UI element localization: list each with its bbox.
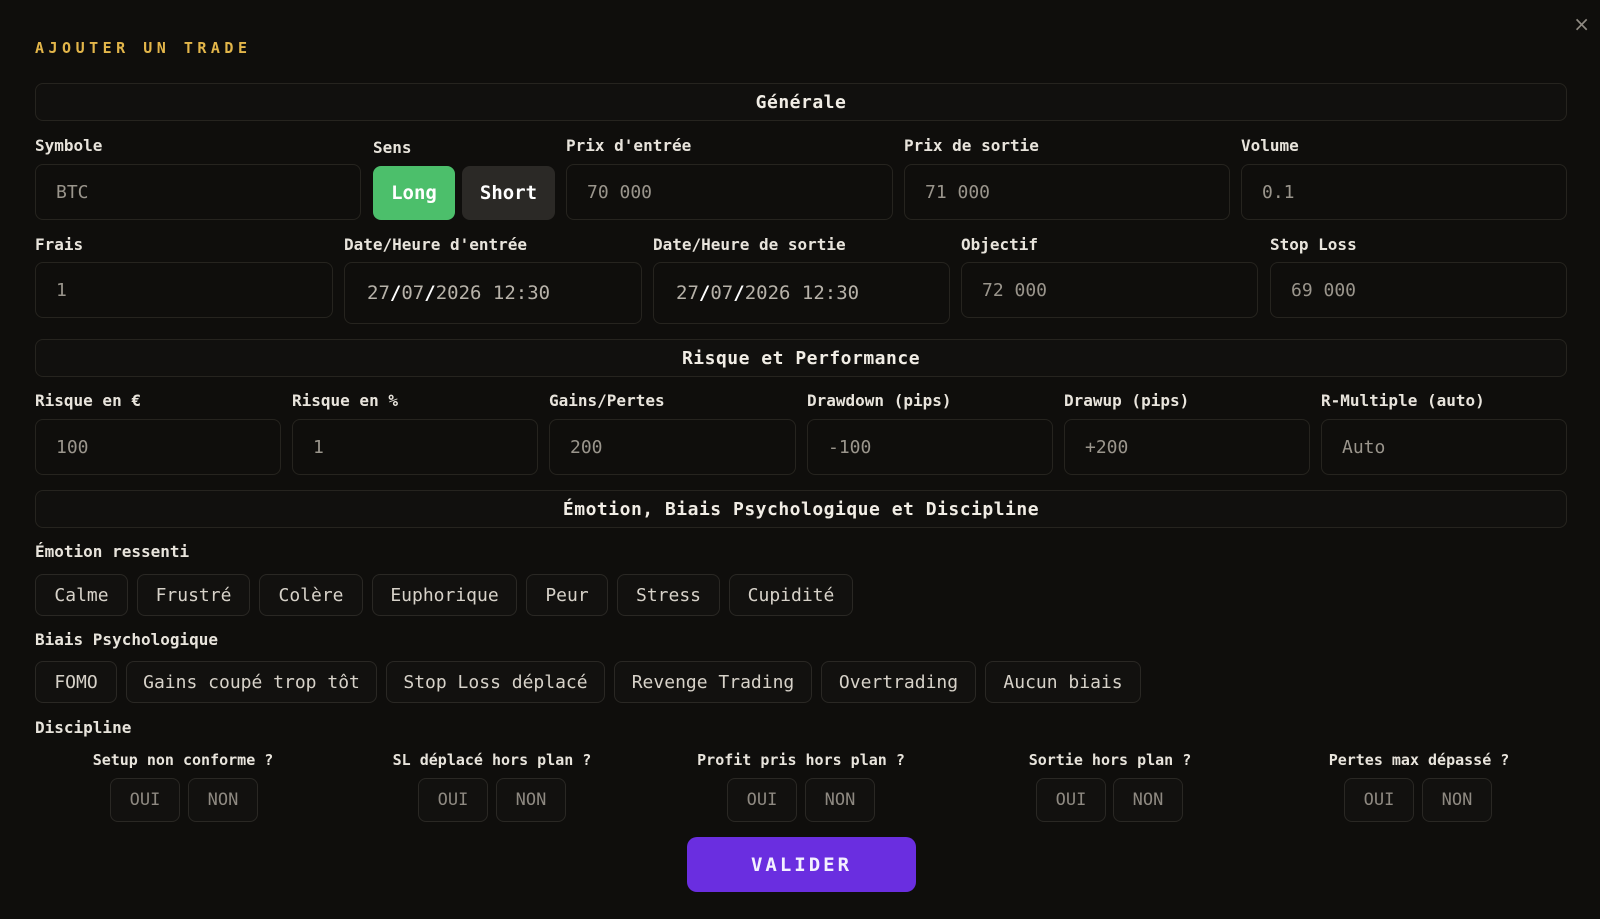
date-separator: /	[698, 282, 711, 304]
bias-label: Biais Psychologique	[35, 630, 219, 649]
entry-time: 12:30	[492, 282, 551, 304]
exit-datetime-label: Date/Heure de sortie	[653, 235, 846, 254]
discipline-question-profit: Profit pris hors plan ?	[697, 751, 905, 769]
bias-chip-aucun-biais[interactable]: Aucun biais	[985, 661, 1141, 703]
pnl-label: Gains/Pertes	[549, 391, 665, 410]
drawdown-label: Drawdown (pips)	[807, 391, 952, 410]
risk-eur-input[interactable]	[35, 419, 281, 475]
add-trade-modal: × AJOUTER UN TRADE Générale Symbole Sens…	[0, 0, 1600, 919]
r-multiple-input[interactable]	[1321, 419, 1567, 475]
risk-pct-input[interactable]	[292, 419, 538, 475]
profit-yes-button[interactable]: OUI	[727, 778, 797, 822]
entry-month: 07	[401, 282, 425, 304]
emotion-chip-peur[interactable]: Peur	[526, 574, 608, 616]
section-header-general: Générale	[35, 83, 1567, 121]
emotion-label: Émotion ressenti	[35, 542, 190, 561]
exit-no-button[interactable]: NON	[1113, 778, 1183, 822]
stop-loss-label: Stop Loss	[1270, 235, 1357, 254]
sl-yes-button[interactable]: OUI	[418, 778, 488, 822]
volume-label: Volume	[1241, 136, 1299, 155]
setup-no-button[interactable]: NON	[188, 778, 258, 822]
sens-label: Sens	[373, 138, 412, 157]
long-button[interactable]: Long	[373, 166, 455, 220]
exit-year: 2026	[744, 282, 791, 304]
exit-yes-button[interactable]: OUI	[1036, 778, 1106, 822]
bias-chip-fomo[interactable]: FOMO	[35, 661, 117, 703]
discipline-question-exit: Sortie hors plan ?	[1028, 751, 1192, 769]
discipline-label: Discipline	[35, 718, 132, 737]
entry-datetime-label: Date/Heure d'entrée	[344, 235, 528, 254]
discipline-question-setup: Setup non conforme ?	[92, 751, 274, 769]
date-separator: /	[389, 282, 402, 304]
bias-chip-revenge-trading[interactable]: Revenge Trading	[614, 661, 812, 703]
setup-yes-button[interactable]: OUI	[110, 778, 180, 822]
emotion-chip-frustre[interactable]: Frustré	[137, 574, 250, 616]
date-separator: /	[424, 282, 436, 304]
entry-year: 2026	[435, 282, 482, 304]
drawup-label: Drawup (pips)	[1064, 391, 1190, 410]
short-button[interactable]: Short	[462, 166, 555, 220]
modal-title: AJOUTER UN TRADE	[35, 39, 252, 57]
max-loss-yes-button[interactable]: OUI	[1344, 778, 1414, 822]
risk-eur-label: Risque en €	[35, 391, 141, 410]
section-header-psych: Émotion, Biais Psychologique et Discipli…	[35, 490, 1567, 528]
sl-no-button[interactable]: NON	[496, 778, 566, 822]
close-icon[interactable]: ×	[1573, 14, 1590, 34]
target-label: Objectif	[961, 235, 1039, 254]
entry-price-input[interactable]	[566, 164, 893, 220]
max-loss-no-button[interactable]: NON	[1422, 778, 1492, 822]
exit-price-input[interactable]	[904, 164, 1230, 220]
submit-button[interactable]: VALIDER	[687, 837, 916, 892]
symbol-label: Symbole	[35, 136, 103, 155]
exit-month: 07	[710, 282, 734, 304]
stop-loss-input[interactable]	[1270, 262, 1567, 318]
exit-time: 12:30	[801, 282, 860, 304]
section-header-risk: Risque et Performance	[35, 339, 1567, 377]
exit-datetime-input[interactable]: 27/07/2026 12:30	[653, 262, 950, 324]
date-separator: /	[733, 282, 745, 304]
exit-day: 27	[676, 282, 699, 304]
drawup-input[interactable]	[1064, 419, 1310, 475]
symbol-input[interactable]	[35, 164, 361, 220]
emotion-chip-cupidite[interactable]: Cupidité	[729, 574, 853, 616]
entry-datetime-input[interactable]: 27/07/2026 12:30	[344, 262, 642, 324]
profit-no-button[interactable]: NON	[805, 778, 875, 822]
emotion-chip-euphorique[interactable]: Euphorique	[372, 574, 517, 616]
fees-input[interactable]	[35, 262, 333, 318]
target-input[interactable]	[961, 262, 1258, 318]
bias-chip-overtrading[interactable]: Overtrading	[821, 661, 976, 703]
exit-price-label: Prix de sortie	[904, 136, 1039, 155]
volume-input[interactable]	[1241, 164, 1567, 220]
risk-pct-label: Risque en %	[292, 391, 398, 410]
discipline-question-max-loss: Pertes max dépassé ?	[1328, 751, 1510, 769]
discipline-question-sl: SL déplacé hors plan ?	[392, 751, 592, 769]
entry-price-label: Prix d'entrée	[566, 136, 692, 155]
bias-chip-gains-coupe[interactable]: Gains coupé trop tôt	[126, 661, 377, 703]
pnl-input[interactable]	[549, 419, 796, 475]
emotion-chip-calme[interactable]: Calme	[35, 574, 128, 616]
bias-chip-stop-loss-deplace[interactable]: Stop Loss déplacé	[386, 661, 605, 703]
r-multiple-label: R-Multiple (auto)	[1321, 391, 1485, 410]
drawdown-input[interactable]	[807, 419, 1053, 475]
fees-label: Frais	[35, 235, 84, 254]
emotion-chip-colere[interactable]: Colère	[259, 574, 363, 616]
emotion-chip-stress[interactable]: Stress	[617, 574, 720, 616]
entry-day: 27	[367, 282, 390, 304]
